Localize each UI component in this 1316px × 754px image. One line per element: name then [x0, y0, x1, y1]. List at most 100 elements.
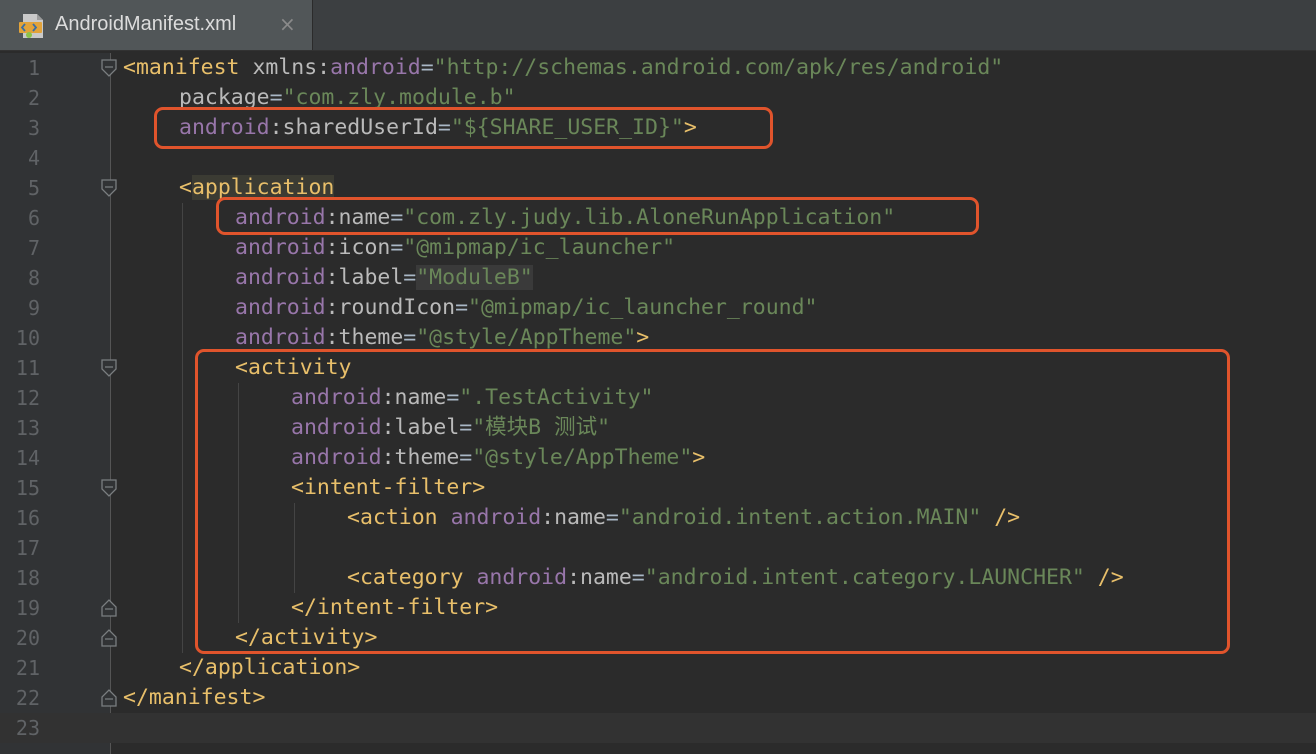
indent-guide	[238, 383, 239, 623]
line-number: 18	[15, 566, 40, 590]
line-number: 23	[15, 716, 40, 740]
code-token: =	[403, 325, 417, 350]
code-token: =	[390, 205, 404, 230]
code-line[interactable]: 1 <manifest xmlns:android="http://schemas…	[0, 53, 1316, 83]
line-number: 12	[15, 386, 40, 410]
code-line[interactable]: 12 android:name=".TestActivity"	[0, 383, 1316, 413]
code-token: "com.zly.module.b"	[282, 85, 516, 110]
fold-end-icon[interactable]	[100, 628, 118, 648]
fold-collapse-icon[interactable]	[100, 478, 118, 498]
indent-guide	[182, 203, 183, 653]
code-line[interactable]: 8 android:label="ModuleB"	[0, 263, 1316, 293]
line-number: 13	[15, 416, 40, 440]
code-line[interactable]: 18 <category android:name="android.intent…	[0, 563, 1316, 593]
code-line[interactable]: 13 android:label="模块B 测试"	[0, 413, 1316, 443]
code-token: =	[269, 85, 283, 110]
line-number: 5	[27, 176, 40, 200]
code-token: android	[235, 295, 326, 320]
code-text: </activity>	[235, 623, 377, 653]
code-line[interactable]: 6 android:name="com.zly.judy.lib.AloneRun…	[0, 203, 1316, 233]
code-token: "com.zly.judy.lib.AloneRunApplication"	[403, 205, 896, 230]
code-token: <	[179, 175, 192, 200]
code-text: <manifest xmlns:android="http://schemas.…	[123, 53, 1003, 83]
line-number: 14	[15, 446, 40, 470]
code-token: "android.intent.action.MAIN"	[618, 505, 982, 530]
code-token: <intent-filter>	[291, 475, 486, 500]
code-line[interactable]: 7 android:icon="@mipmap/ic_launcher"	[0, 233, 1316, 263]
code-token: android	[291, 445, 382, 470]
code-line[interactable]: 22 </manifest>	[0, 683, 1316, 713]
code-text: android:label="ModuleB"	[235, 263, 533, 293]
code-editor[interactable]: 1 <manifest xmlns:android="http://schemas…	[0, 53, 1316, 754]
code-token: =	[459, 415, 473, 440]
code-text: </application>	[179, 653, 360, 683]
tab-label: AndroidManifest.xml	[55, 13, 237, 35]
code-token: xmlns:	[239, 55, 331, 80]
code-token: </application>	[179, 655, 361, 680]
line-number: 2	[27, 86, 40, 110]
code-token: =	[631, 565, 645, 590]
line-number: 16	[15, 506, 40, 530]
code-line[interactable]: 14 android:theme="@style/AppTheme">	[0, 443, 1316, 473]
fold-end-icon[interactable]	[100, 688, 118, 708]
line-number: 22	[15, 686, 40, 710]
code-text: android:icon="@mipmap/ic_launcher"	[235, 233, 675, 263]
code-line[interactable]: 15 <intent-filter>	[0, 473, 1316, 503]
code-line[interactable]: 4	[0, 143, 1316, 173]
line-number: 19	[15, 596, 40, 620]
code-line[interactable]: 16 <action android:name="android.intent.a…	[0, 503, 1316, 533]
code-text: <action android:name="android.intent.act…	[347, 503, 1020, 533]
code-token: android	[235, 205, 326, 230]
code-token: =	[605, 505, 619, 530]
code-line[interactable]: 23	[0, 713, 1316, 743]
code-token: >	[636, 325, 650, 350]
line-number: 10	[15, 326, 40, 350]
code-token: =	[390, 235, 404, 260]
line-number: 20	[15, 626, 40, 650]
code-text: android:roundIcon="@mipmap/ic_launcher_r…	[235, 293, 818, 323]
code-line[interactable]: 9 android:roundIcon="@mipmap/ic_launcher_…	[0, 293, 1316, 323]
code-line[interactable]: 2 package="com.zly.module.b"	[0, 83, 1316, 113]
code-line[interactable]: 3 android:sharedUserId="${SHARE_USER_ID}"…	[0, 113, 1316, 143]
code-line[interactable]: 11 <activity	[0, 353, 1316, 383]
line-number: 9	[27, 296, 40, 320]
code-line[interactable]: 10 android:theme="@style/AppTheme">	[0, 323, 1316, 353]
code-token: <activity	[235, 355, 352, 380]
code-token: "${SHARE_USER_ID}"	[450, 115, 684, 140]
code-line[interactable]: 21 </application>	[0, 653, 1316, 683]
code-token: <manifest	[123, 55, 240, 80]
code-line[interactable]: 19 </intent-filter>	[0, 593, 1316, 623]
close-tab-icon[interactable]: ×	[279, 12, 296, 36]
line-number: 1	[27, 56, 40, 80]
line-number: 7	[27, 236, 40, 260]
code-token: >	[692, 445, 706, 470]
line-number: 17	[15, 536, 40, 560]
xml-file-icon	[18, 13, 48, 39]
code-token: package	[179, 85, 270, 110]
code-token: =	[403, 265, 417, 290]
editor-tab[interactable]: AndroidManifest.xml ×	[0, 0, 313, 50]
code-line[interactable]: 5 <application	[0, 173, 1316, 203]
fold-collapse-icon[interactable]	[100, 58, 118, 78]
line-number: 15	[15, 476, 40, 500]
code-token: "@mipmap/ic_launcher_round"	[468, 295, 818, 320]
code-token: android	[291, 385, 382, 410]
line-number: 11	[15, 356, 40, 380]
code-token: </manifest>	[123, 685, 266, 710]
code-token: <category	[347, 565, 477, 590]
fold-collapse-icon[interactable]	[100, 358, 118, 378]
code-line[interactable]: 17	[0, 533, 1316, 563]
code-token: :name	[567, 565, 632, 590]
code-text: <intent-filter>	[291, 473, 485, 503]
code-token: :label	[325, 265, 404, 290]
code-line[interactable]: 20 </activity>	[0, 623, 1316, 653]
code-text: <application	[179, 173, 335, 203]
code-token: =	[420, 55, 434, 80]
code-token: android	[476, 565, 568, 590]
code-token: :name	[381, 385, 447, 410]
code-text: android:name="com.zly.judy.lib.AloneRunA…	[235, 203, 895, 233]
fold-end-icon[interactable]	[100, 598, 118, 618]
code-text: <activity	[235, 353, 352, 383]
code-text: </intent-filter>	[291, 593, 498, 623]
fold-collapse-icon[interactable]	[100, 178, 118, 198]
